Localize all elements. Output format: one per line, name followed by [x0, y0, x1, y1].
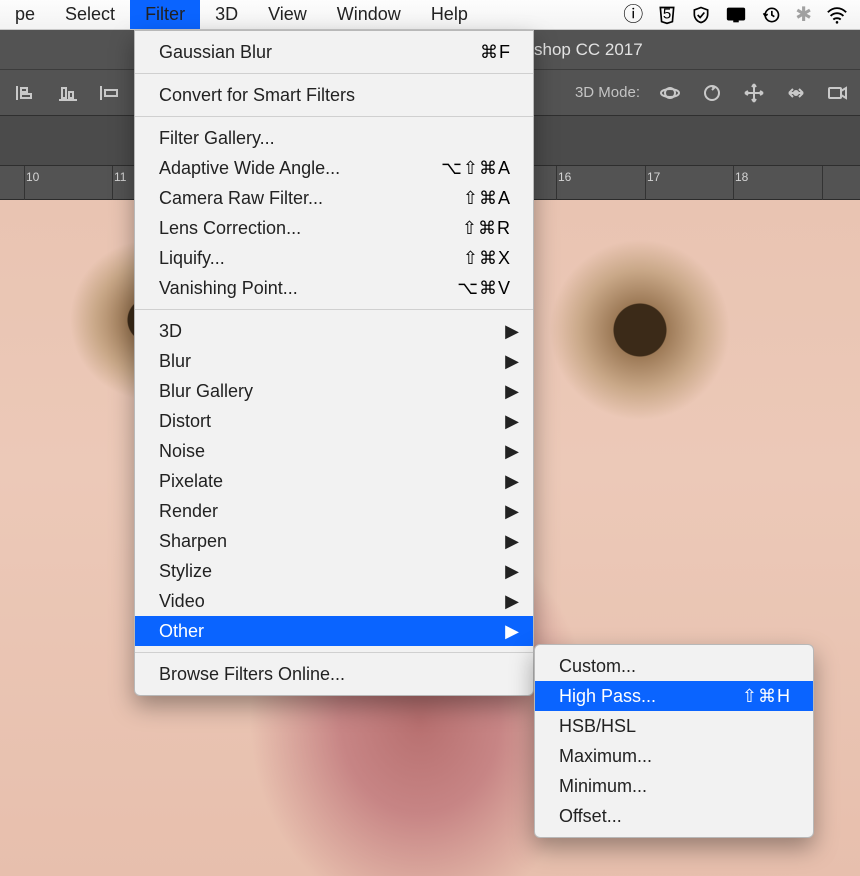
menubar-item-view[interactable]: View — [253, 0, 322, 29]
menubar-item-window[interactable]: Window — [322, 0, 416, 29]
chevron-right-icon: ▶ — [505, 441, 519, 462]
menu-item-camera-raw[interactable]: Camera Raw Filter...⇧⌘A — [135, 183, 533, 213]
chevron-right-icon: ▶ — [505, 351, 519, 372]
align-left2-icon[interactable] — [98, 81, 122, 105]
menubar-item-filter[interactable]: Filter — [130, 0, 200, 29]
submenu-item-custom[interactable]: Custom... — [535, 651, 813, 681]
align-bottom-icon[interactable] — [56, 81, 80, 105]
rotate-icon[interactable] — [700, 81, 724, 105]
html5-icon[interactable]: 5 — [657, 5, 677, 25]
menubar-item-help[interactable]: Help — [416, 0, 483, 29]
menu-item-last-filter[interactable]: Gaussian Blur ⌘F — [135, 37, 533, 67]
bluetooth-icon[interactable]: ✱ — [795, 5, 812, 25]
menu-item-sharpen[interactable]: Sharpen▶ — [135, 526, 533, 556]
menu-item-liquify[interactable]: Liquify...⇧⌘X — [135, 243, 533, 273]
move-icon[interactable] — [742, 81, 766, 105]
filter-menu: Gaussian Blur ⌘F Convert for Smart Filte… — [134, 30, 534, 696]
menu-item-3d[interactable]: 3D▶ — [135, 316, 533, 346]
menubar-item-select[interactable]: Select — [50, 0, 130, 29]
menu-item-lens-correction[interactable]: Lens Correction...⇧⌘R — [135, 213, 533, 243]
submenu-item-minimum[interactable]: Minimum... — [535, 771, 813, 801]
display-icon[interactable] — [725, 5, 747, 25]
menu-item-blur-gallery[interactable]: Blur Gallery▶ — [135, 376, 533, 406]
chevron-right-icon: ▶ — [505, 381, 519, 402]
menu-item-filter-gallery[interactable]: Filter Gallery... — [135, 123, 533, 153]
submenu-item-maximum[interactable]: Maximum... — [535, 741, 813, 771]
menu-item-distort[interactable]: Distort▶ — [135, 406, 533, 436]
menu-item-render[interactable]: Render▶ — [135, 496, 533, 526]
app-title: shop CC 2017 — [534, 40, 643, 60]
chevron-right-icon: ▶ — [505, 531, 519, 552]
menu-item-adaptive-wide-angle[interactable]: Adaptive Wide Angle...⌥⇧⌘A — [135, 153, 533, 183]
chevron-right-icon: ▶ — [505, 501, 519, 522]
chevron-right-icon: ▶ — [505, 411, 519, 432]
menu-item-browse-online[interactable]: Browse Filters Online... — [135, 659, 533, 689]
menu-item-noise[interactable]: Noise▶ — [135, 436, 533, 466]
accessibility-icon[interactable]: ⓘ — [623, 5, 643, 25]
chevron-right-icon: ▶ — [505, 471, 519, 492]
menu-item-convert-smart[interactable]: Convert for Smart Filters — [135, 80, 533, 110]
menu-item-pixelate[interactable]: Pixelate▶ — [135, 466, 533, 496]
menubar-item-type[interactable]: pe — [0, 0, 50, 29]
menu-item-vanishing-point[interactable]: Vanishing Point...⌥⌘V — [135, 273, 533, 303]
chevron-right-icon: ▶ — [505, 321, 519, 342]
camera-icon[interactable] — [826, 81, 850, 105]
menu-item-stylize[interactable]: Stylize▶ — [135, 556, 533, 586]
align-left-icon[interactable] — [14, 81, 38, 105]
3d-mode-label: 3D Mode: — [575, 84, 640, 101]
shield-icon[interactable] — [691, 5, 711, 25]
submenu-item-high-pass[interactable]: High Pass...⇧⌘H — [535, 681, 813, 711]
menu-item-other[interactable]: Other▶ — [135, 616, 533, 646]
submenu-item-hsb-hsl[interactable]: HSB/HSL — [535, 711, 813, 741]
svg-text:5: 5 — [663, 5, 671, 22]
time-machine-icon[interactable] — [761, 5, 781, 25]
chevron-right-icon: ▶ — [505, 621, 519, 642]
menubar-item-3d[interactable]: 3D — [200, 0, 253, 29]
orbit-icon[interactable] — [658, 81, 682, 105]
wifi-icon[interactable] — [826, 6, 848, 24]
submenu-item-offset[interactable]: Offset... — [535, 801, 813, 831]
macos-menubar: pe Select Filter 3D View Window Help ⓘ 5… — [0, 0, 860, 30]
menu-item-video[interactable]: Video▶ — [135, 586, 533, 616]
slide-icon[interactable] — [784, 81, 808, 105]
chevron-right-icon: ▶ — [505, 561, 519, 582]
menu-item-blur[interactable]: Blur▶ — [135, 346, 533, 376]
filter-other-submenu: Custom... High Pass...⇧⌘H HSB/HSL Maximu… — [534, 644, 814, 838]
chevron-right-icon: ▶ — [505, 591, 519, 612]
